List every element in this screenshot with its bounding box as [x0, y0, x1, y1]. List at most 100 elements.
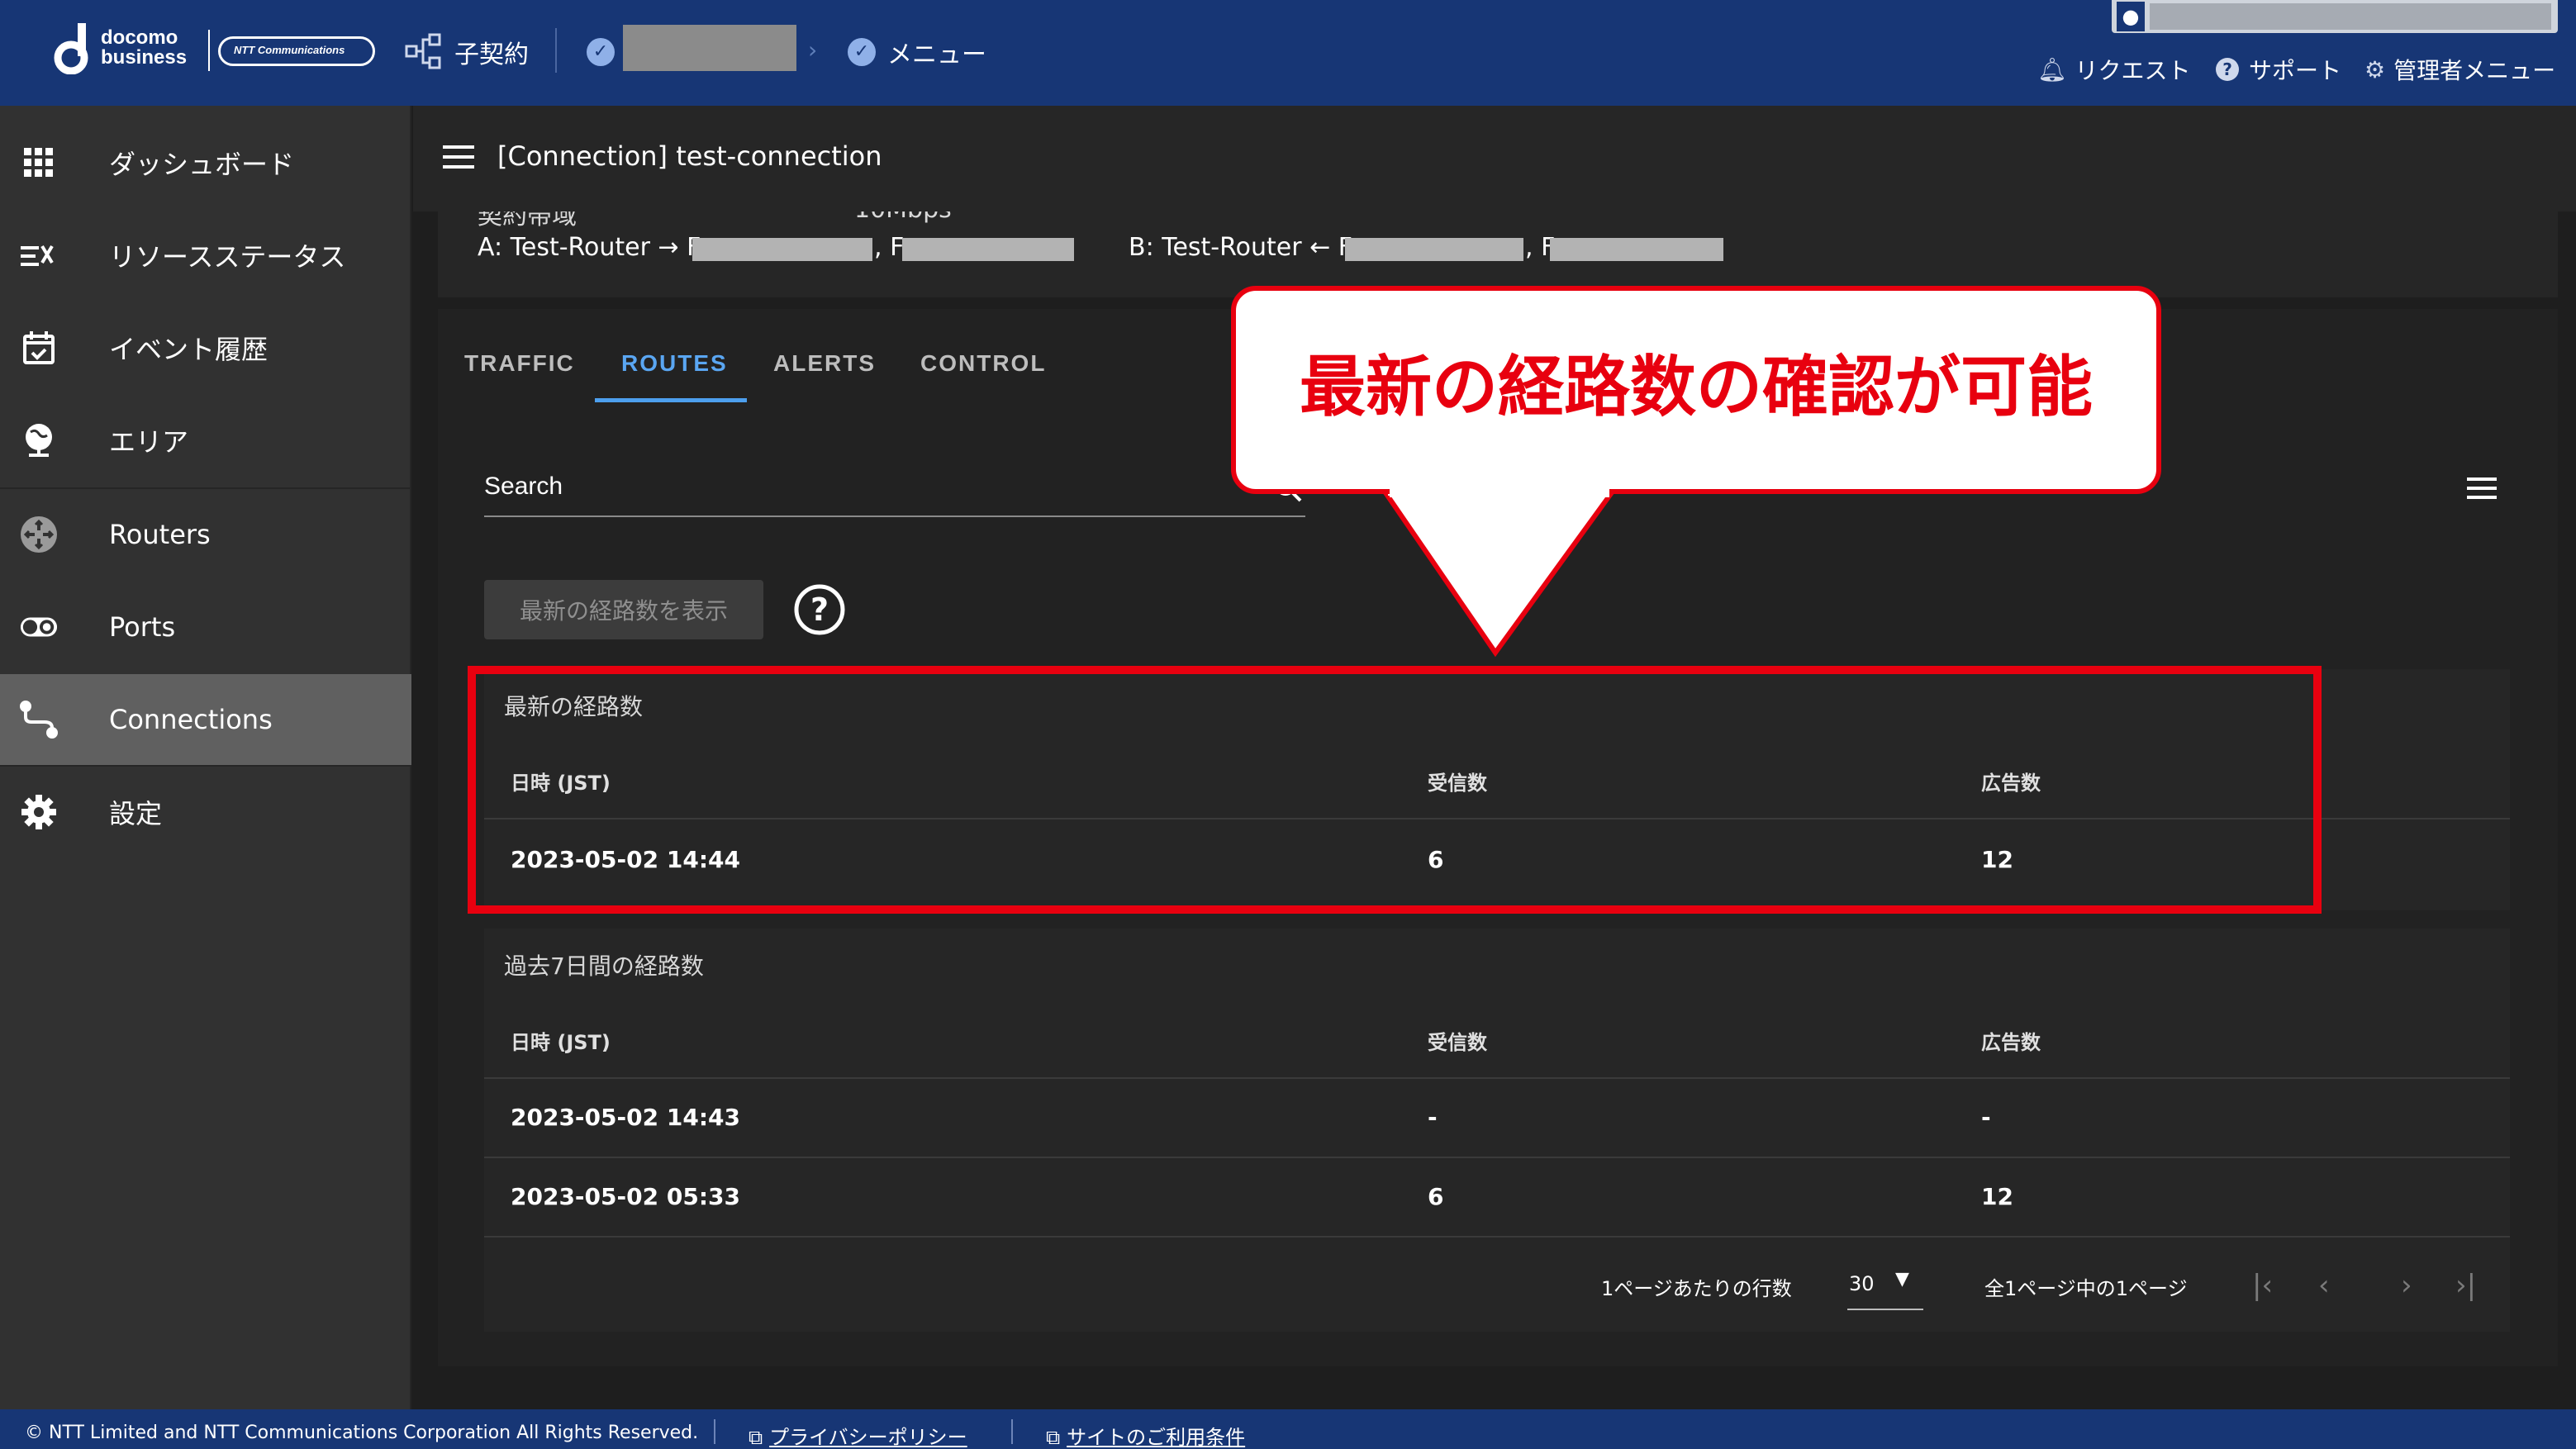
help-circle-icon[interactable]: ?	[793, 583, 846, 636]
table-row-received: 6	[1428, 1183, 1444, 1210]
gear-icon: ⚙	[2365, 55, 2386, 83]
sidebar-item-label: ダッシュボード	[109, 149, 295, 180]
port-icon	[20, 608, 58, 646]
table-row-divider	[484, 1157, 2510, 1158]
rows-per-page-label: 1ページあたりの行数	[1601, 1277, 1792, 1300]
menu-selector[interactable]: ✓ メニュー	[848, 33, 986, 71]
show-latest-routes-button[interactable]: 最新の経路数を表示	[484, 580, 763, 639]
next-page-icon[interactable]: ›	[2401, 1269, 2412, 1302]
check-circle-icon: ✓	[848, 38, 876, 66]
request-label: リクエスト	[2075, 57, 2191, 84]
route-b-prefix: B: Test-Router ← F	[1129, 233, 1353, 262]
support-label: サポート	[2249, 57, 2342, 84]
header-separator	[555, 28, 557, 73]
callout-text: 最新の経路数の確認が可能	[1300, 349, 2093, 425]
table-row-divider	[484, 1077, 2510, 1079]
menu-label: メニュー	[887, 40, 986, 69]
svg-text:?: ?	[810, 591, 829, 628]
help-circle-icon: ?	[2216, 58, 2239, 81]
column-header-received: 受信数	[1428, 1031, 1487, 1054]
masked-value	[1550, 238, 1723, 261]
copyright-text: © NTT Limited and NTT Communications Cor…	[25, 1423, 699, 1443]
user-account[interactable]: ●	[2112, 0, 2558, 33]
table-row-advertised: -	[1981, 1104, 1991, 1131]
tab-routes[interactable]: ROUTES	[621, 350, 728, 377]
sidebar-item-area[interactable]: エリア	[0, 395, 411, 486]
ntt-communications-logo: NTT Communications	[218, 36, 375, 66]
history-routes-card	[484, 929, 2510, 1332]
masked-value	[1345, 238, 1523, 261]
chevron-right-icon: ›	[808, 36, 818, 64]
tab-active-indicator	[595, 398, 747, 402]
sidebar-item-event-history[interactable]: イベント履歴	[0, 302, 411, 393]
contract-switch[interactable]: 子契約	[405, 33, 529, 71]
privacy-policy-link[interactable]: ⧉ プライバシーポリシー	[749, 1421, 967, 1449]
search-input[interactable]: Search	[484, 473, 563, 501]
support-link[interactable]: ? サポート	[2214, 51, 2341, 88]
sidebar-item-label: 設定	[109, 798, 163, 829]
table-row-datetime: 2023-05-02 05:33	[511, 1183, 740, 1210]
terms-of-use-link[interactable]: ⧉ サイトのご利用条件	[1046, 1421, 1245, 1449]
masked-value	[692, 238, 872, 261]
sidebar-item-routers[interactable]: Routers	[0, 489, 411, 580]
table-row-datetime: 2023-05-02 14:43	[511, 1104, 740, 1131]
sidebar-item-label: イベント履歴	[109, 334, 269, 365]
request-link[interactable]: 🔔︎ リクエスト	[2037, 51, 2191, 88]
history-routes-title: 過去7日間の経路数	[504, 953, 704, 980]
sidebar-item-settings[interactable]: 設定	[0, 767, 411, 858]
bell-icon: 🔔︎	[2037, 55, 2067, 83]
page-info: 全1ページ中の1ページ	[1984, 1277, 2188, 1300]
sidebar-item-connections[interactable]: Connections	[0, 674, 411, 765]
table-row-advertised: 12	[1981, 1183, 2013, 1210]
logo-divider	[208, 30, 210, 71]
docomo-logo-icon	[54, 23, 88, 74]
route-a-prefix: A: Test-Router → F	[478, 233, 701, 262]
first-page-icon[interactable]: |‹	[2252, 1269, 2273, 1302]
list-check-icon	[20, 236, 58, 274]
tab-traffic[interactable]: TRAFFIC	[464, 350, 575, 377]
hamburger-menu-icon[interactable]	[443, 145, 474, 170]
contract-name-masked	[623, 25, 796, 71]
masked-value	[902, 238, 1074, 261]
page-title: [Connection] test-connection	[497, 140, 882, 172]
router-icon	[20, 515, 58, 553]
grid-icon	[20, 144, 58, 182]
table-row-received: -	[1428, 1104, 1438, 1131]
rows-per-page-select[interactable]: 30	[1849, 1272, 1875, 1295]
tab-control[interactable]: CONTROL	[920, 350, 1046, 377]
contract-label: 子契約	[454, 40, 529, 69]
sidebar-item-dashboard[interactable]: ダッシュボード	[0, 117, 411, 208]
contract-selector[interactable]: ✓	[587, 33, 626, 71]
sidebar-item-ports[interactable]: Ports	[0, 582, 411, 672]
connection-icon	[20, 701, 58, 739]
calendar-check-icon	[20, 329, 58, 367]
globe-icon	[20, 421, 58, 459]
sidebar-item-resource-status[interactable]: リソースステータス	[0, 210, 411, 301]
svg-text:?: ?	[2222, 59, 2232, 79]
route-a-separator: , F	[874, 233, 905, 262]
check-circle-icon: ✓	[587, 38, 615, 66]
sidebar-item-label: Ports	[109, 611, 176, 643]
last-page-icon[interactable]: ›|	[2455, 1269, 2476, 1302]
admin-menu-label: 管理者メニュー	[2393, 57, 2556, 84]
callout-pointer	[1378, 487, 1619, 658]
dropdown-caret-icon[interactable]: ▼	[1895, 1269, 1909, 1290]
user-icon: ●	[2117, 2, 2145, 31]
rows-per-page-underline	[1847, 1309, 1923, 1310]
hierarchy-icon	[405, 33, 441, 69]
tab-alerts[interactable]: ALERTS	[773, 350, 876, 377]
admin-menu-link[interactable]: ⚙ 管理者メニュー	[2365, 51, 2555, 88]
footer-separator	[714, 1419, 715, 1444]
sidebar-item-label: リソースステータス	[109, 241, 346, 273]
previous-page-icon[interactable]: ‹	[2318, 1269, 2330, 1302]
search-underline	[484, 515, 1305, 517]
highlight-annotation-box	[468, 666, 2322, 914]
column-header-datetime: 日時 (JST)	[511, 1031, 611, 1054]
callout-pointer-join	[1390, 484, 1609, 497]
docomo-business-logo: docomo business	[101, 26, 188, 69]
sidebar-item-label: エリア	[109, 426, 189, 458]
column-header-advertised: 広告数	[1981, 1031, 2041, 1054]
table-options-icon[interactable]	[2467, 477, 2497, 501]
user-name-masked	[2150, 3, 2551, 30]
footer-separator	[1011, 1419, 1013, 1444]
